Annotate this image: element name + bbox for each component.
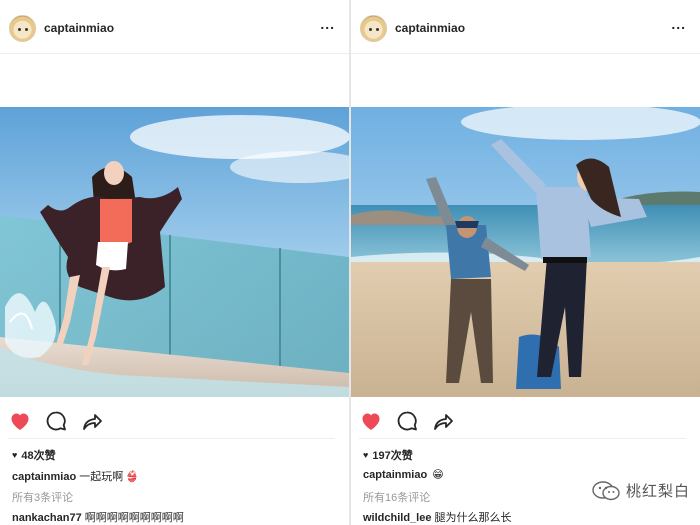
actions-divider [8,438,335,439]
like-count[interactable]: ♥ 197次赞 [363,447,413,463]
post-photo-image [0,107,349,397]
post-username[interactable]: captainmiao [395,21,465,35]
share-arrow-icon[interactable] [80,409,104,433]
post-caption: captainmiao 一起玩啊 👙 [12,468,139,484]
comment-item: wildchild_lee 腿为什么那么长 [363,509,511,525]
post-username[interactable]: captainmiao [44,21,114,35]
avatar[interactable] [360,15,387,42]
wechat-logo-icon [592,480,620,500]
view-all-comments-link[interactable]: 所有16条评论 [363,489,430,505]
avatar[interactable] [9,15,36,42]
share-arrow-icon[interactable] [431,409,455,433]
post-photo[interactable] [351,107,700,397]
post-card-1: captainmiao ... ♥ 48次赞 captainmiao 一起玩啊 … [0,0,349,525]
watermark: 桃红梨白 [592,480,690,501]
comment-bubble-icon[interactable] [395,409,419,433]
small-heart-icon: ♥ [363,450,369,460]
post-photo-image [351,107,700,397]
small-heart-icon: ♥ [12,450,18,460]
action-bar [351,405,700,439]
header-divider [351,53,700,54]
heart-filled-icon[interactable] [359,409,383,433]
like-count-text: 197次赞 [372,450,413,462]
more-options-button[interactable]: ... [671,16,686,32]
comment-text: 腿为什么那么长 [434,512,512,524]
post-caption: captainmiao 😁 [363,468,444,481]
more-options-button[interactable]: ... [320,16,335,32]
caption-text: 一起玩啊 [79,471,124,483]
comment-text: 啊啊啊啊啊啊啊啊啊 [84,512,184,524]
like-count[interactable]: ♥ 48次赞 [12,447,56,463]
header-divider [0,53,349,54]
post-header: captainmiao ... [351,0,700,54]
view-all-comments-link[interactable]: 所有3条评论 [12,489,73,505]
comment-username[interactable]: nankachan77 [12,512,82,524]
like-count-text: 48次赞 [21,450,56,462]
watermark-text: 桃红梨白 [625,483,690,500]
bikini-emoji-icon: 👙 [125,471,139,483]
action-bar [0,405,349,439]
comment-item: nankachan77 啊啊啊啊啊啊啊啊啊 [12,509,184,525]
caption-username[interactable]: captainmiao [363,469,427,481]
caption-username[interactable]: captainmiao [12,471,76,483]
comment-username[interactable]: wildchild_lee [363,512,431,524]
heart-filled-icon[interactable] [8,409,32,433]
post-card-2: captainmiao ... ♥ 197次赞 captainmiao 😁 所有… [351,0,700,525]
comment-bubble-icon[interactable] [44,409,68,433]
post-photo[interactable] [0,107,349,397]
grin-emoji-icon: 😁 [432,469,444,481]
actions-divider [359,438,686,439]
post-header: captainmiao ... [0,0,349,54]
